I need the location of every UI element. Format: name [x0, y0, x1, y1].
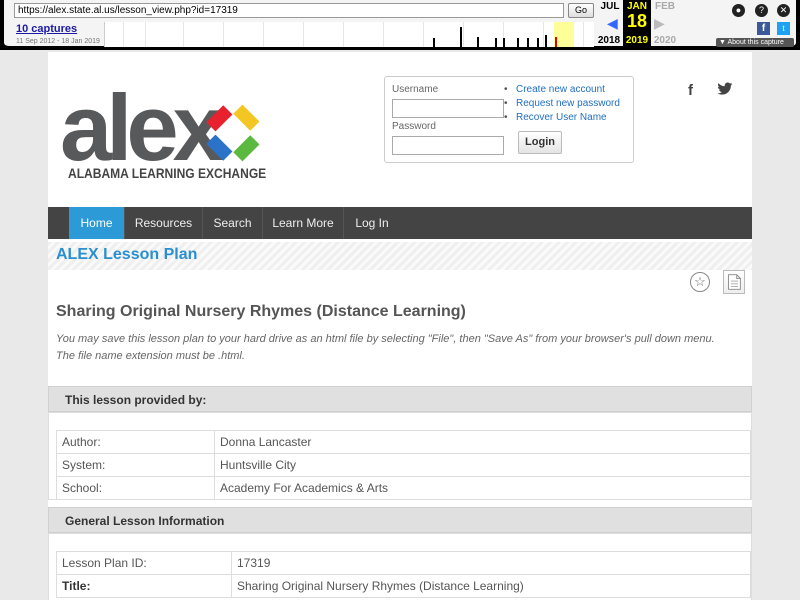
prev-year[interactable]: 2018: [594, 35, 624, 46]
facebook-icon[interactable]: f: [688, 82, 693, 99]
nav-log-in[interactable]: Log In: [344, 207, 400, 239]
page-container: alex ALABAMA LEARNING EXCHANGE Username …: [48, 52, 752, 600]
capture-sparkline[interactable]: [104, 22, 594, 47]
current-capture-highlight: [554, 22, 574, 47]
school-label: School:: [56, 476, 215, 500]
system-label: System:: [56, 453, 215, 477]
twitter-icon[interactable]: [717, 82, 733, 96]
general-info-table: Lesson Plan ID: 17319 Title: Sharing Ori…: [56, 551, 751, 598]
lesson-id-label: Lesson Plan ID:: [56, 551, 232, 575]
nav-resources[interactable]: Resources: [125, 207, 203, 239]
password-input[interactable]: [392, 136, 504, 155]
wayback-url-input[interactable]: https://alex.state.al.us/lesson_view.php…: [14, 3, 564, 18]
wayback-twitter-icon[interactable]: t: [777, 22, 790, 35]
provided-by-heading: This lesson provided by:: [65, 393, 207, 407]
table-row: System: Huntsville City: [56, 453, 751, 477]
current-year: 2019: [625, 35, 649, 46]
document-icon[interactable]: [723, 270, 745, 294]
current-day: 18: [626, 11, 648, 31]
table-row: Author: Donna Lancaster: [56, 430, 751, 454]
nav-search[interactable]: Search: [203, 207, 263, 239]
next-year: 2020: [653, 35, 677, 46]
lesson-id-value: 17319: [231, 551, 751, 575]
capture-range: 11 Sep 2012 - 18 Jan 2019: [16, 38, 100, 45]
provided-by-table: Author: Donna Lancaster System: Huntsvil…: [56, 430, 751, 500]
create-account-link[interactable]: Create new account: [504, 84, 620, 95]
account-icon[interactable]: ●: [732, 4, 745, 17]
title-label: Title:: [56, 574, 232, 598]
table-row: Lesson Plan ID: 17319: [56, 551, 751, 575]
system-value: Huntsville City: [214, 453, 751, 477]
nav-learn-more[interactable]: Learn More: [263, 207, 344, 239]
school-value: Academy For Academics & Arts: [214, 476, 751, 500]
author-value: Donna Lancaster: [214, 430, 751, 454]
section-ribbon: ALEX Lesson Plan: [48, 242, 752, 270]
save-instructions: You may save this lesson plan to your ha…: [56, 333, 715, 362]
password-label: Password: [392, 121, 436, 132]
help-icon[interactable]: ?: [755, 4, 768, 17]
main-nav: Home Resources Search Learn More Log In: [48, 207, 752, 239]
wayback-panel: https://alex.state.al.us/lesson_view.php…: [4, 0, 796, 48]
about-capture-button[interactable]: ▼ About this capture: [716, 38, 794, 47]
username-label: Username: [392, 84, 439, 95]
username-input[interactable]: [392, 99, 504, 118]
title-value: Sharing Original Nursery Rhymes (Distanc…: [231, 574, 751, 598]
wayback-toolbar: https://alex.state.al.us/lesson_view.php…: [0, 0, 800, 50]
close-icon[interactable]: ✕: [777, 4, 790, 17]
wayback-go-button[interactable]: Go: [568, 3, 594, 18]
login-links: Create new account Request new password …: [504, 84, 620, 126]
recover-username-link[interactable]: Recover User Name: [504, 112, 620, 123]
next-capture-arrow-icon: ▶: [654, 15, 665, 31]
favorite-star-icon[interactable]: ☆: [690, 272, 710, 292]
captures-link[interactable]: 10 captures: [16, 23, 77, 35]
nav-home[interactable]: Home: [69, 207, 125, 239]
wayback-facebook-icon[interactable]: f: [757, 22, 770, 35]
next-month: FEB: [655, 1, 675, 12]
current-capture-date: JAN 18 2019: [623, 0, 651, 48]
provided-by-header: This lesson provided by:: [48, 386, 752, 412]
logo-subtitle: ALABAMA LEARNING EXCHANGE: [68, 165, 267, 181]
lesson-title: Sharing Original Nursery Rhymes (Distanc…: [56, 303, 466, 320]
prev-capture-arrow-icon[interactable]: ◀: [607, 15, 618, 32]
request-password-link[interactable]: Request new password: [504, 98, 620, 109]
author-label: Author:: [56, 430, 215, 454]
general-info-heading: General Lesson Information: [65, 514, 225, 528]
ribbon-title: ALEX Lesson Plan: [56, 246, 198, 263]
general-info-header: General Lesson Information: [48, 507, 752, 533]
login-button[interactable]: Login: [518, 131, 562, 154]
table-row: Title: Sharing Original Nursery Rhymes (…: [56, 574, 751, 598]
login-panel: Username Password Create new account Req…: [384, 76, 634, 163]
table-row: School: Academy For Academics & Arts: [56, 476, 751, 500]
prev-month[interactable]: JUL: [595, 1, 625, 12]
